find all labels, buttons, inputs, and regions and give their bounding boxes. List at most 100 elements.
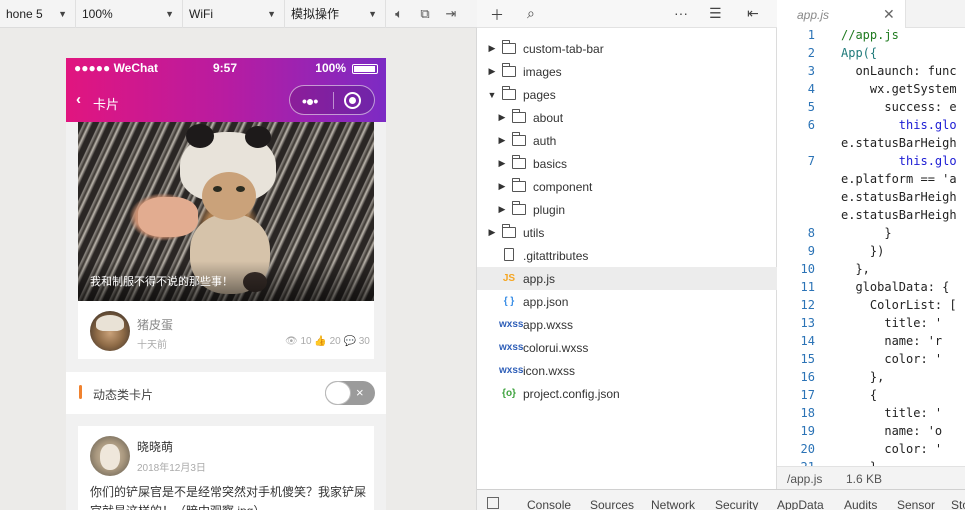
tree-folder[interactable]: ▼ pages: [477, 83, 777, 106]
tab-security[interactable]: Security: [715, 498, 758, 510]
tree-file[interactable]: JS app.js: [477, 267, 777, 290]
tab-sensor[interactable]: Sensor: [897, 498, 935, 510]
tab-storage[interactable]: Sto: [951, 498, 965, 510]
line-number: 19: [800, 424, 815, 438]
chevron-right-icon[interactable]: ▶: [487, 227, 497, 238]
chevron-right-icon[interactable]: ▶: [497, 181, 507, 192]
capsule-divider: [333, 92, 334, 109]
tree-folder[interactable]: ▶ plugin: [477, 198, 777, 221]
tab-network[interactable]: Network: [651, 498, 695, 510]
code-line: e.platform == 'a: [777, 172, 965, 190]
chevron-down-icon[interactable]: ▼: [487, 90, 497, 100]
tree-file[interactable]: wxss app.wxss: [477, 313, 777, 336]
more-icon[interactable]: ···: [674, 5, 688, 21]
volume-icon[interactable]: 🔈︎: [386, 0, 412, 28]
window-icon[interactable]: ⧉: [412, 0, 438, 28]
device-select[interactable]: hone 5 ▼: [0, 0, 76, 28]
tree-folder[interactable]: ▶ about: [477, 106, 777, 129]
add-icon[interactable]: ＋: [490, 5, 504, 25]
code-text: globalData: {: [841, 280, 950, 294]
collapse-icon[interactable]: ☰: [709, 5, 722, 22]
tree-file[interactable]: .gitattributes: [477, 244, 777, 267]
code-area[interactable]: 1//app.js 2 App({3 onLaunch: func 4 wx.getS…: [777, 28, 965, 474]
tree-item-label: project.config.json: [523, 386, 620, 401]
code-line: 20 color: ': [777, 442, 965, 460]
code-text: }: [841, 226, 892, 240]
code-text: success: e: [841, 100, 957, 114]
code-line: 13 title: ': [777, 316, 965, 334]
chevron-right-icon[interactable]: ▶: [497, 158, 507, 169]
line-number: 15: [800, 352, 815, 366]
code-text: e.platform == 'a: [841, 172, 957, 186]
chevron-right-icon[interactable]: ▶: [497, 112, 507, 123]
carrier-text: ●●●●● WeChat: [74, 61, 159, 75]
editor-tab-app-js[interactable]: app.js ✕: [777, 0, 906, 28]
inspect-icon[interactable]: [487, 497, 499, 509]
chevron-right-icon[interactable]: ▶: [487, 43, 497, 54]
code-line: 9 }): [777, 244, 965, 262]
back-icon[interactable]: ‹: [76, 91, 81, 108]
editor-tab-label: app.js: [797, 8, 830, 22]
phone-status-bar: ●●●●● WeChat 9:57 100%: [66, 58, 386, 78]
search-icon[interactable]: ⌕: [527, 5, 535, 22]
tab-appdata[interactable]: AppData: [777, 498, 824, 510]
sidebar-toggle-icon[interactable]: ⇤: [747, 5, 759, 22]
close-icon[interactable]: ✕: [883, 6, 895, 23]
tree-file[interactable]: wxss icon.wxss: [477, 359, 777, 382]
chevron-right-icon[interactable]: ▶: [497, 204, 507, 215]
zoom-select[interactable]: 100% ▼: [76, 0, 183, 28]
dynamic-card[interactable]: 晓晓萌 2018年12月3日 你们的铲屎官是不是经常突然对手机傻笑？我家铲屎官就…: [78, 426, 374, 510]
code-text: {: [841, 388, 878, 402]
tree-item-label: images: [523, 64, 562, 79]
tree-file[interactable]: { } app.json: [477, 290, 777, 313]
code-line: e.statusBarHeigh: [777, 190, 965, 208]
network-select[interactable]: WiFi ▼: [183, 0, 285, 28]
nav-title: 卡片: [93, 97, 120, 112]
tree-item-label: basics: [533, 156, 568, 171]
tree-item-label: utils: [523, 225, 545, 240]
tree-folder[interactable]: ▶ auth: [477, 129, 777, 152]
chevron-down-icon: ▼: [165, 8, 174, 19]
simulator-toolbar: hone 5 ▼ 100% ▼ WiFi ▼ 模拟操作 ▼ 🔈︎ ⧉ ⇥: [0, 0, 477, 28]
close-icon: ×: [356, 385, 364, 400]
tree-folder[interactable]: ▶ utils: [477, 221, 777, 244]
code-line: 8 }: [777, 226, 965, 244]
tree-file[interactable]: wxss colorui.wxss: [477, 336, 777, 359]
chevron-right-icon[interactable]: ▶: [497, 135, 507, 146]
tree-folder[interactable]: ▶ basics: [477, 152, 777, 175]
tab-sources[interactable]: Sources: [590, 498, 634, 510]
close-miniprogram-icon[interactable]: [344, 92, 361, 109]
toggle-switch[interactable]: ×: [325, 381, 375, 405]
tree-folder[interactable]: ▶ component: [477, 175, 777, 198]
line-number: 20: [800, 442, 815, 456]
photo-caption: 我和制服不得不说的那些事！: [90, 276, 233, 288]
photo-eye-left: [213, 186, 222, 192]
simulator-panel: hone 5 ▼ 100% ▼ WiFi ▼ 模拟操作 ▼ 🔈︎ ⧉ ⇥ ●●●…: [0, 0, 477, 510]
code-line: e.statusBarHeigh: [777, 136, 965, 154]
tree-item-label: colorui.wxss: [523, 340, 589, 355]
more-icon[interactable]: •●•: [302, 93, 318, 109]
tree-folder[interactable]: ▶ images: [477, 60, 777, 83]
code-text: //app.js: [841, 28, 899, 42]
photo-ear-right: [245, 126, 271, 148]
code-text: title: ': [841, 406, 943, 420]
tree-file[interactable]: {o} project.config.json: [477, 382, 777, 405]
code-text: this.glo: [841, 118, 957, 132]
tab-console[interactable]: Console: [527, 498, 571, 510]
code-text: ColorList: [: [841, 298, 957, 312]
chevron-right-icon[interactable]: ▶: [487, 66, 497, 77]
code-line: 17 {: [777, 388, 965, 406]
tab-audits[interactable]: Audits: [844, 498, 877, 510]
file-icon: [499, 247, 519, 264]
section-marker: [79, 385, 82, 399]
article-card[interactable]: 我和制服不得不说的那些事！ 猪皮蛋 十天前 👁 10 👍 20 💬 30: [78, 122, 374, 359]
tree-folder[interactable]: ▶ custom-tab-bar: [477, 37, 777, 60]
action-select[interactable]: 模拟操作 ▼: [285, 0, 386, 28]
detach-icon[interactable]: ⇥: [438, 0, 464, 28]
wxss-file-icon: wxss: [499, 365, 524, 376]
line-number: 16: [800, 370, 815, 384]
status-file-size: 1.6 KB: [846, 472, 883, 486]
section-title: 动态类卡片: [93, 388, 154, 402]
tree-item-label: app.wxss: [523, 317, 574, 332]
code-editor: app.js ✕ 1 //app.js 2 App({3 onLaunch: func…: [777, 0, 965, 489]
